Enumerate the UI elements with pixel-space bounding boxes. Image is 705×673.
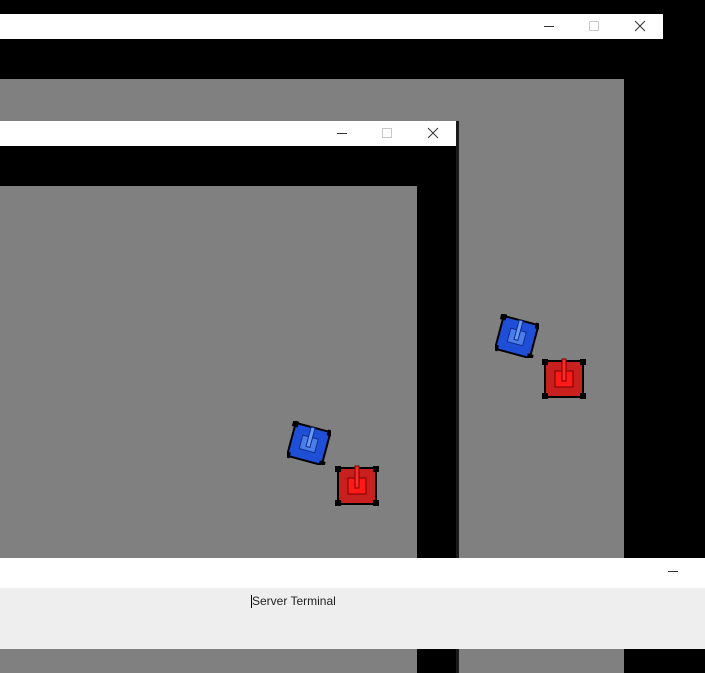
- front-blue-tank: [283, 420, 334, 468]
- back-blue-tank: [491, 313, 542, 361]
- terminal-minimize-icon[interactable]: [665, 563, 681, 579]
- back-red-tank: [542, 357, 586, 401]
- terminal-text-area[interactable]: [0, 588, 705, 649]
- front-window-close-icon[interactable]: [425, 125, 441, 141]
- terminal-titlebar[interactable]: [0, 558, 705, 588]
- back-window-minimize-icon[interactable]: [541, 18, 557, 34]
- front-red-tank: [335, 464, 379, 508]
- terminal-text: Server Terminal: [252, 594, 336, 608]
- front-window-minimize-icon[interactable]: [334, 125, 350, 141]
- back-window-close-icon[interactable]: [632, 18, 648, 34]
- server-terminal-window: Server Terminal: [0, 558, 705, 649]
- back-window-maximize-icon[interactable]: [586, 18, 602, 34]
- front-window-maximize-icon[interactable]: [379, 125, 395, 141]
